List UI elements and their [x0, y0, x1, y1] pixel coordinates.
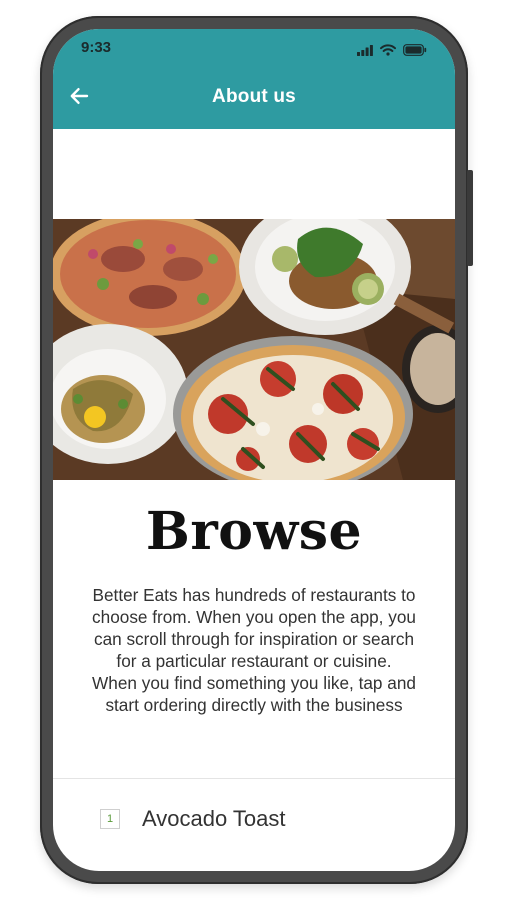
status-time: 9:33 [81, 39, 112, 56]
status-icons [357, 41, 427, 60]
list-item-label: Avocado Toast [142, 806, 286, 831]
food-spread-photo [53, 219, 455, 480]
section-description: Better Eats has hundreds of restaurants … [65, 584, 443, 716]
phone-screen: 9:33 About us Browse Better Eats has hun… [53, 29, 455, 871]
section-divider [53, 778, 455, 779]
description-line: start ordering directly with the busines… [105, 695, 403, 715]
battery-icon [403, 41, 427, 60]
description-line: for a particular restaurant or cuisine. [116, 651, 392, 671]
app-mockup-stage: 9:33 About us Browse Better Eats has hun… [0, 0, 507, 900]
list-item-avocado-toast[interactable]: 1 Avocado Toast [53, 797, 455, 841]
list-item-number: 1 [100, 809, 120, 829]
page-title: About us [212, 86, 296, 107]
description-line: can scroll through for inspiration or se… [93, 629, 415, 649]
description-line: Better Eats has hundreds of restaurants … [92, 585, 416, 605]
wifi-icon [380, 41, 396, 60]
app-header: 9:33 About us [53, 29, 455, 129]
section-heading: Browse [145, 501, 363, 562]
phone-side-button [467, 170, 473, 266]
signal-icon [357, 41, 373, 60]
description-line: When you find something you like, tap an… [92, 673, 416, 693]
description-line: choose from. When you open the app, you [92, 607, 416, 627]
